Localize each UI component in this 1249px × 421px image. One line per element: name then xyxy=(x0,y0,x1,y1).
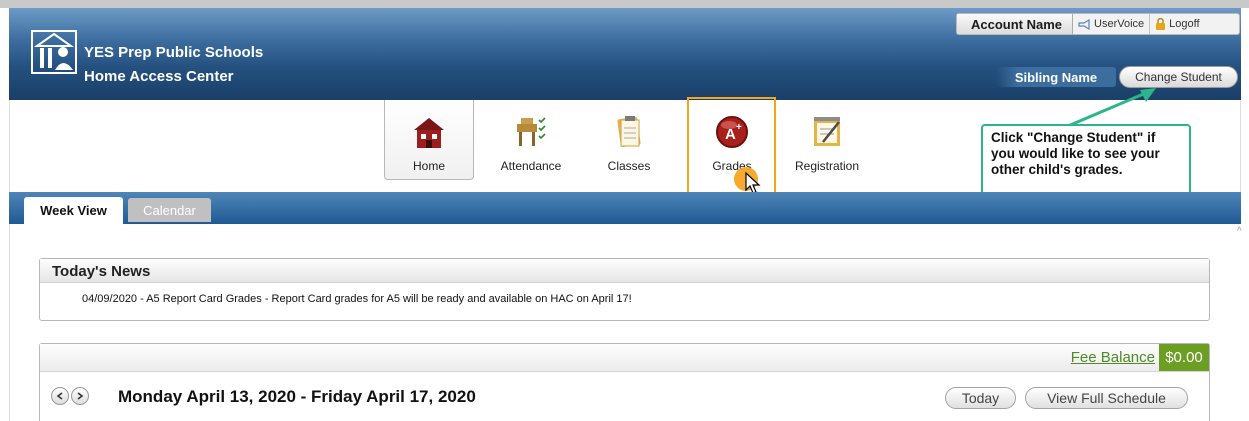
nav-label-attendance: Attendance xyxy=(500,159,562,173)
home-icon xyxy=(414,118,444,148)
sibling-name: Sibling Name xyxy=(996,67,1116,87)
nav-item-registration[interactable]: Registration xyxy=(782,100,872,180)
news-item: 04/09/2020 - A5 Report Card Grades - Rep… xyxy=(82,293,632,305)
account-bar: Account Name UserVoice Logoff xyxy=(956,13,1240,35)
uservoice-link[interactable]: UserVoice xyxy=(1073,14,1151,34)
fee-balance-value: $0.00 xyxy=(1159,344,1209,371)
classes-icon xyxy=(617,116,641,147)
school-name: YES Prep Public Schools xyxy=(84,44,264,61)
scrollbar[interactable] xyxy=(1234,224,1249,421)
lock-icon xyxy=(1156,18,1166,30)
week-range: Monday April 13, 2020 - Friday April 17,… xyxy=(118,387,476,406)
today-button[interactable]: Today xyxy=(945,387,1016,409)
chevron-left-icon xyxy=(56,392,63,400)
nav-item-classes[interactable]: Classes xyxy=(584,100,674,180)
registration-icon xyxy=(814,117,840,146)
logoff-label: Logoff xyxy=(1169,18,1200,30)
week-pager xyxy=(51,387,89,405)
attendance-icon xyxy=(517,117,546,146)
nav-item-home[interactable]: Home xyxy=(384,100,474,180)
next-week-button[interactable] xyxy=(71,387,89,405)
scroll-up-icon[interactable]: ^ xyxy=(1237,226,1242,237)
schedule-panel: Fee Balance $0.00 xyxy=(39,343,1210,421)
hac-page: YES Prep Public Schools Home Access Cent… xyxy=(0,0,1249,421)
todays-news-panel: Today's News 04/09/2020 - A5 Report Card… xyxy=(39,258,1210,321)
app-name: Home Access Center xyxy=(84,68,234,85)
fee-balance-link[interactable]: Fee Balance xyxy=(1071,349,1155,366)
news-title: Today's News xyxy=(40,259,1209,283)
schedule-header: Fee Balance $0.00 xyxy=(40,344,1209,372)
nav-item-attendance[interactable]: Attendance xyxy=(486,100,576,180)
uservoice-label: UserVoice xyxy=(1094,18,1145,30)
tab-calendar[interactable]: Calendar xyxy=(128,198,211,222)
account-name[interactable]: Account Name xyxy=(957,14,1074,34)
grades-highlight-box xyxy=(687,97,776,202)
nav-label-classes: Classes xyxy=(607,159,651,173)
nav-label-registration: Registration xyxy=(794,159,860,173)
chevron-right-icon xyxy=(77,392,84,400)
megaphone-icon xyxy=(1078,18,1090,30)
tab-week-view[interactable]: Week View xyxy=(24,197,123,224)
change-student-button[interactable]: Change Student xyxy=(1119,66,1238,88)
logoff-link[interactable]: Logoff xyxy=(1150,14,1204,34)
previous-week-button[interactable] xyxy=(51,387,69,405)
nav-label-home: Home xyxy=(412,159,445,173)
view-full-schedule-button[interactable]: View Full Schedule xyxy=(1025,387,1188,409)
school-logo-icon xyxy=(31,30,77,74)
top-strip xyxy=(0,0,1249,8)
